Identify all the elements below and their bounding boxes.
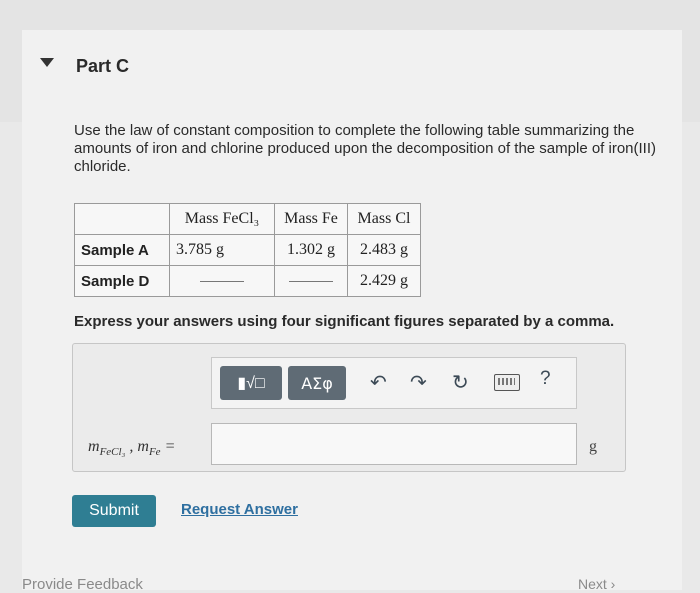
part-title: Part C bbox=[76, 56, 130, 76]
cell-mass-fe-blank bbox=[274, 265, 348, 297]
help-button[interactable]: ? bbox=[540, 368, 551, 390]
table-row: Sample D 2.429 g bbox=[74, 265, 421, 297]
header-mass-cl: Mass Cl bbox=[347, 203, 421, 235]
var-m1: m bbox=[88, 438, 100, 455]
next-button[interactable]: Next › bbox=[578, 576, 615, 592]
submit-button[interactable]: Submit bbox=[72, 495, 156, 527]
keyboard-icon[interactable] bbox=[494, 374, 520, 391]
blank-line bbox=[200, 280, 244, 282]
reset-icon[interactable]: ↻ bbox=[452, 370, 469, 394]
header-mass-fecl3: Mass FeCl₃ bbox=[169, 203, 275, 235]
table-header-row: Mass FeCl₃ Mass Fe Mass Cl bbox=[74, 203, 421, 235]
undo-icon[interactable]: ↶ bbox=[370, 370, 387, 394]
answer-variable-label: mFeCl₃ , mFe = bbox=[88, 438, 175, 458]
cell-mass-fecl3: 3.785 g bbox=[169, 234, 275, 266]
cell-mass-cl: 2.483 g bbox=[347, 234, 421, 266]
row-label: Sample D bbox=[74, 265, 170, 297]
table-corner-cell bbox=[74, 203, 170, 235]
question-prompt: Use the law of constant composition to c… bbox=[74, 122, 657, 175]
table-row: Sample A 3.785 g 1.302 g 2.483 g bbox=[74, 234, 421, 266]
provide-feedback-link[interactable]: Provide Feedback bbox=[22, 576, 143, 593]
var-sub-fe: Fe bbox=[148, 446, 161, 459]
row-label: Sample A bbox=[74, 234, 170, 266]
blank-line bbox=[289, 280, 333, 282]
cell-mass-cl: 2.429 g bbox=[347, 265, 421, 297]
answer-instruction: Express your answers using four signific… bbox=[74, 313, 615, 330]
equals-sign: = bbox=[160, 438, 176, 455]
answer-input[interactable] bbox=[211, 423, 577, 465]
var-m2: m bbox=[137, 438, 149, 455]
answer-unit: g bbox=[589, 438, 597, 455]
cell-mass-fecl3-blank bbox=[169, 265, 275, 297]
composition-table: Mass FeCl₃ Mass Fe Mass Cl Sample A 3.78… bbox=[74, 203, 421, 297]
templates-button[interactable]: ▮√□ bbox=[220, 366, 282, 400]
math-toolbar: ▮√□ ΑΣφ ↶ ↷ ↻ ? bbox=[211, 357, 577, 409]
redo-icon[interactable]: ↷ bbox=[410, 370, 427, 394]
request-answer-link[interactable]: Request Answer bbox=[181, 501, 298, 518]
var-sub-fecl3: FeCl₃ bbox=[99, 446, 126, 459]
symbols-button[interactable]: ΑΣφ bbox=[288, 366, 346, 400]
collapse-caret-icon[interactable] bbox=[40, 58, 54, 67]
var-separator: , bbox=[125, 438, 138, 455]
header-mass-fe: Mass Fe bbox=[274, 203, 348, 235]
cell-mass-fe: 1.302 g bbox=[274, 234, 348, 266]
